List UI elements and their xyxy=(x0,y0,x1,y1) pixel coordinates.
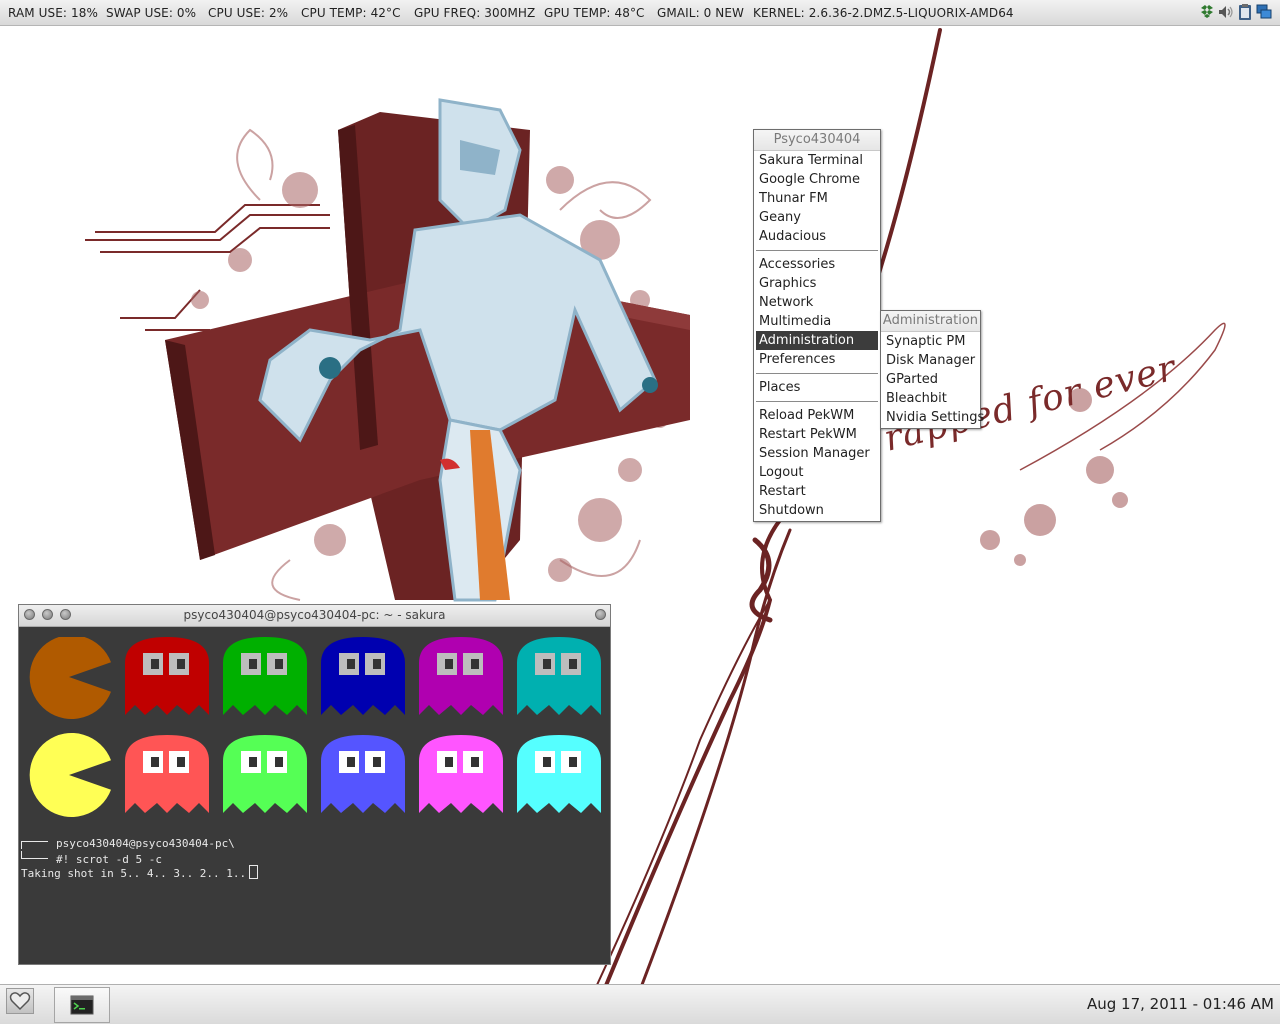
clock: Aug 17, 2011 - 01:46 AM xyxy=(1086,995,1274,1013)
menu-item-logout[interactable]: Logout xyxy=(754,463,880,482)
menu-item-session-manager[interactable]: Session Manager xyxy=(754,444,880,463)
ghost-sprite xyxy=(321,637,405,715)
gmail-count: GMAIL: 0 NEW xyxy=(657,6,745,20)
menu-item-graphics[interactable]: Graphics xyxy=(754,274,880,293)
pacman-sprite xyxy=(29,733,112,817)
menu-item-restart-pekwm[interactable]: Restart PekWM xyxy=(754,425,880,444)
menu-item-places[interactable]: Places xyxy=(754,378,880,397)
taskbar-item-terminal[interactable] xyxy=(54,987,110,1023)
root-menu-title: Psyco430404 xyxy=(754,130,880,151)
kernel-version: KERNEL: 2.6.36-2.DMZ.5-LIQUORIX-AMD64 xyxy=(753,6,1014,20)
clipboard-icon[interactable] xyxy=(1237,3,1253,21)
volume-icon[interactable] xyxy=(1218,3,1234,21)
swap-usage: SWAP USE: 0% xyxy=(106,6,197,20)
ghost-sprite xyxy=(419,637,503,715)
submenu-item-bleachbit[interactable]: Bleachbit xyxy=(881,389,980,408)
menu-item-administration[interactable]: Administration xyxy=(756,331,878,350)
system-tray xyxy=(1199,3,1272,21)
cpu-usage: CPU USE: 2% xyxy=(208,6,289,20)
command-line: #! scrot -d 5 -c xyxy=(21,851,162,866)
menu-item-thunar-fm[interactable]: Thunar FM xyxy=(754,189,880,208)
submenu-item-nvidia-settings[interactable]: Nvidia Settings xyxy=(881,408,984,427)
prompt-user-host: psyco430404@psyco430404-pc\ xyxy=(56,837,235,850)
menu-item-preferences[interactable]: Preferences xyxy=(754,350,880,369)
menu-item-accessories[interactable]: Accessories xyxy=(754,255,880,274)
ghost-sprite xyxy=(321,735,405,813)
prompt-branch-glyph xyxy=(21,851,48,859)
heart-icon xyxy=(9,992,31,1011)
terminal-titlebar[interactable]: psyco430404@psyco430404-pc: ~ - sakura xyxy=(19,605,610,627)
submenu-item-disk-manager[interactable]: Disk Manager xyxy=(881,351,980,370)
ram-usage: RAM USE: 18% xyxy=(8,6,98,20)
menu-item-audacious[interactable]: Audacious xyxy=(754,227,880,246)
ghost-sprite xyxy=(125,735,209,813)
terminal-window: psyco430404@psyco430404-pc: ~ - sakura p… xyxy=(18,604,611,965)
start-menu-button[interactable] xyxy=(6,988,34,1014)
dropbox-icon[interactable] xyxy=(1199,3,1215,21)
menu-item-google-chrome[interactable]: Google Chrome xyxy=(754,170,880,189)
terminal-icon xyxy=(70,995,94,1015)
text-cursor xyxy=(249,865,259,879)
menu-item-geany[interactable]: Geany xyxy=(754,208,880,227)
menu-separator xyxy=(756,250,878,251)
menu-separator xyxy=(756,401,878,402)
administration-submenu: Administration Synaptic PM Disk Manager … xyxy=(880,310,984,429)
menu-item-reload-pekwm[interactable]: Reload PekWM xyxy=(754,406,880,425)
prompt-branch-glyph xyxy=(21,841,48,849)
menu-item-shutdown[interactable]: Shutdown xyxy=(754,501,880,520)
ghost-sprite xyxy=(223,735,307,813)
menu-item-sakura-terminal[interactable]: Sakura Terminal xyxy=(754,151,880,170)
terminal-title: psyco430404@psyco430404-pc: ~ - sakura xyxy=(183,608,446,622)
ghost-sprite xyxy=(125,637,209,715)
ghost-sprite xyxy=(419,735,503,813)
gpu-temp: GPU TEMP: 48°C xyxy=(544,6,645,20)
shade-window-button[interactable] xyxy=(595,609,606,620)
prompt-line: psyco430404@psyco430404-pc\ xyxy=(21,837,235,850)
pacman-sprite xyxy=(29,637,111,719)
ghost-sprite xyxy=(223,637,307,715)
root-menu: Psyco430404 Sakura Terminal Google Chrom… xyxy=(753,129,881,522)
cpu-temp: CPU TEMP: 42°C xyxy=(301,6,401,20)
menu-separator xyxy=(756,373,878,374)
bottom-taskbar: Aug 17, 2011 - 01:46 AM xyxy=(0,984,1280,1024)
output-text: Taking shot in 5.. 4.. 3.. 2.. 1.. xyxy=(21,867,247,880)
menu-item-network[interactable]: Network xyxy=(754,293,880,312)
ghost-sprite xyxy=(517,637,601,715)
top-status-bar: RAM USE: 18% SWAP USE: 0% CPU USE: 2% CP… xyxy=(0,0,1280,26)
output-line: Taking shot in 5.. 4.. 3.. 2.. 1.. xyxy=(21,865,259,880)
submenu-item-gparted[interactable]: GParted xyxy=(881,370,980,389)
submenu-item-synaptic-pm[interactable]: Synaptic PM xyxy=(881,332,980,351)
network-icon[interactable] xyxy=(1256,3,1272,21)
menu-item-restart[interactable]: Restart xyxy=(754,482,880,501)
submenu-title: Administration xyxy=(881,311,980,332)
ghost-sprite xyxy=(517,735,601,813)
terminal-body[interactable]: psyco430404@psyco430404-pc\ #! scrot -d … xyxy=(19,627,610,964)
gpu-freq: GPU FREQ: 300MHZ xyxy=(414,6,536,20)
menu-item-multimedia[interactable]: Multimedia xyxy=(754,312,880,331)
pacman-color-palette xyxy=(29,637,601,817)
